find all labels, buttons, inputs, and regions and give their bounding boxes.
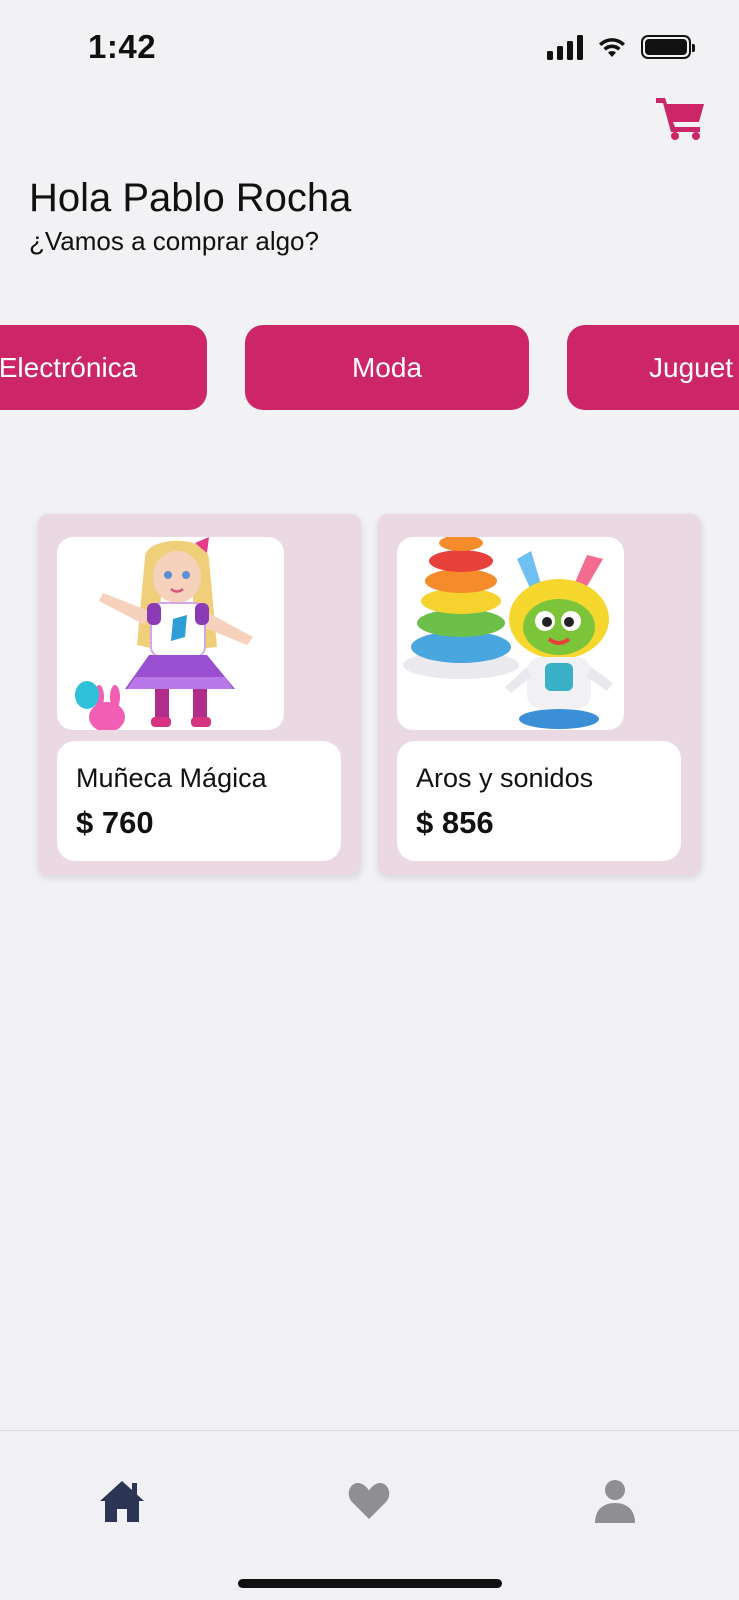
tab-bar: [0, 1430, 739, 1600]
status-icons: [547, 34, 695, 60]
product-info: Muñeca Mágica $ 760: [57, 741, 341, 861]
category-label: Electrónica: [0, 351, 138, 383]
category-label: Moda: [351, 351, 423, 383]
tab-home[interactable]: [92, 1471, 152, 1531]
product-card[interactable]: Muñeca Mágica $ 760: [38, 514, 361, 875]
category-juguetes-button[interactable]: Juguet: [567, 325, 739, 410]
status-time: 1:42: [88, 28, 157, 65]
person-icon: [595, 1480, 635, 1523]
cellular-signal-icon: [547, 34, 583, 60]
product-price: $ 760: [76, 805, 154, 840]
category-label: Juguet: [649, 351, 734, 383]
home-icon: [100, 1481, 144, 1522]
greeting-subtitle: ¿Vamos a comprar algo?: [29, 226, 319, 256]
home-indicator: [238, 1579, 502, 1588]
wifi-icon: [599, 38, 625, 57]
stacking-rings-robot-toy-image: [397, 537, 624, 730]
product-info: Aros y sonidos $ 856: [397, 741, 681, 861]
product-price: $ 856: [416, 805, 494, 840]
heart-icon: [348, 1482, 390, 1519]
home-screen: 1:42 Hola Pablo Rocha ¿Vamos a comprar a…: [0, 0, 739, 1600]
product-card[interactable]: Aros y sonidos $ 856: [378, 514, 701, 875]
category-moda-button[interactable]: Moda: [245, 325, 529, 410]
greeting-title: Hola Pablo Rocha: [29, 176, 352, 220]
tab-favorites[interactable]: [339, 1471, 399, 1531]
battery-level: [645, 39, 687, 55]
tab-profile[interactable]: [585, 1471, 645, 1531]
doll-toy-image: [57, 537, 284, 730]
product-name: Muñeca Mágica: [76, 763, 267, 793]
shopping-cart-icon[interactable]: [656, 94, 706, 140]
category-electronica-button[interactable]: Electrónica: [0, 325, 207, 410]
product-name: Aros y sonidos: [416, 763, 594, 793]
battery-icon: [641, 35, 695, 59]
